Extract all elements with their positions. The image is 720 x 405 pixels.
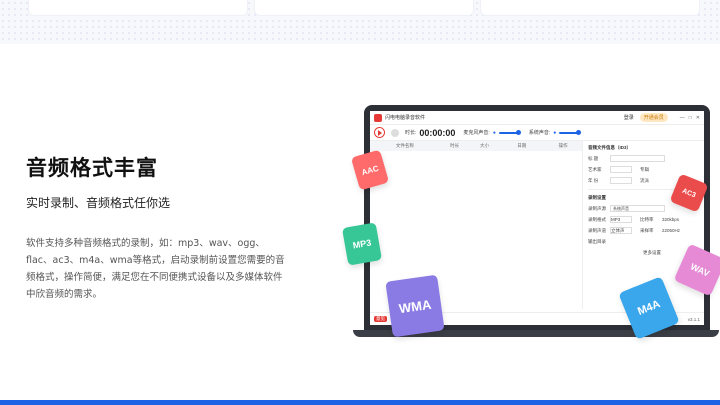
column-header: 操作: [558, 143, 568, 148]
close-icon[interactable]: ✕: [696, 115, 700, 121]
format-select[interactable]: MP3: [610, 216, 632, 223]
microphone-icon: ●: [553, 129, 557, 136]
field-label: 专辑: [640, 166, 649, 172]
microphone-icon: ●: [492, 129, 496, 136]
version-label: v3.1.1: [687, 316, 700, 322]
column-header: 大小: [479, 143, 489, 148]
bitrate-label: 比特率: [640, 216, 654, 222]
record-button[interactable]: [374, 127, 385, 138]
year-field[interactable]: [610, 177, 632, 184]
login-link[interactable]: 登录: [624, 114, 634, 121]
top-card: [254, 0, 474, 16]
wma-file-icon: WMA: [385, 274, 445, 338]
field-label: 年 份: [588, 177, 599, 183]
feature-title: 音频格式丰富: [26, 156, 158, 180]
column-header: 日期: [517, 143, 527, 148]
section-divider-bar: [0, 400, 720, 405]
sample-rate-label: 采样率: [640, 227, 654, 233]
field-label: 标 题: [588, 155, 599, 161]
app-title: 闪电电脑录音软件: [385, 115, 426, 121]
app-toolbar: 时长: 00:00:00 麦克风声音: ● 系统声音: ●: [370, 125, 704, 141]
top-card: [28, 0, 248, 16]
vip-button[interactable]: 开通会员: [639, 113, 668, 122]
feature-subtitle: 实时录制、音频格式任你选: [26, 196, 171, 210]
column-header: 文件名称: [395, 143, 414, 148]
feature-description: 软件支持多种音频格式的录制，如：mp3、wav、ogg、flac、ac3、m4a…: [26, 238, 285, 300]
top-card: [480, 0, 700, 16]
time-label: 时长:: [405, 130, 417, 136]
sample-rate-value[interactable]: 22050Hz: [662, 228, 680, 233]
bitrate-value[interactable]: 320kbps: [662, 217, 679, 222]
column-header: 时长: [450, 143, 460, 148]
title-field[interactable]: [610, 155, 665, 162]
meta-section-title: 音频文件信息（ID3）: [588, 145, 632, 150]
source-label: 录制声源: [588, 205, 606, 211]
system-volume-label: 系统声音:: [528, 130, 551, 136]
output-dir-label: 输出目录: [588, 238, 606, 244]
field-label: 艺术家: [588, 166, 602, 172]
mic-volume-label: 麦克风声音:: [463, 130, 490, 136]
time-display: 00:00:00: [419, 127, 456, 138]
file-list-header: 文件名称 时长 大小 日期 操作: [370, 141, 582, 151]
source-select[interactable]: 系统声音: [610, 205, 665, 212]
artist-field[interactable]: [610, 166, 632, 173]
minimize-icon[interactable]: —: [680, 115, 685, 121]
field-label: 流派: [640, 177, 649, 183]
mic-volume-slider[interactable]: [498, 129, 521, 135]
channel-select[interactable]: 立体声: [610, 227, 632, 234]
maximize-icon[interactable]: □: [689, 115, 692, 121]
format-label: 录制格式: [588, 216, 606, 222]
app-titlebar: 闪电电脑录音软件 登录 开通会员 — □ ✕: [370, 111, 704, 125]
system-volume-slider[interactable]: [559, 129, 582, 135]
more-settings-link[interactable]: 更多设置: [643, 250, 661, 256]
channel-label: 录制声道: [588, 227, 606, 233]
app-logo-icon: [374, 113, 382, 122]
mp3-file-icon: MP3: [341, 222, 383, 266]
status-badge[interactable]: 意见: [374, 316, 387, 322]
stop-button[interactable]: [391, 128, 399, 137]
top-section-background: [0, 0, 720, 44]
